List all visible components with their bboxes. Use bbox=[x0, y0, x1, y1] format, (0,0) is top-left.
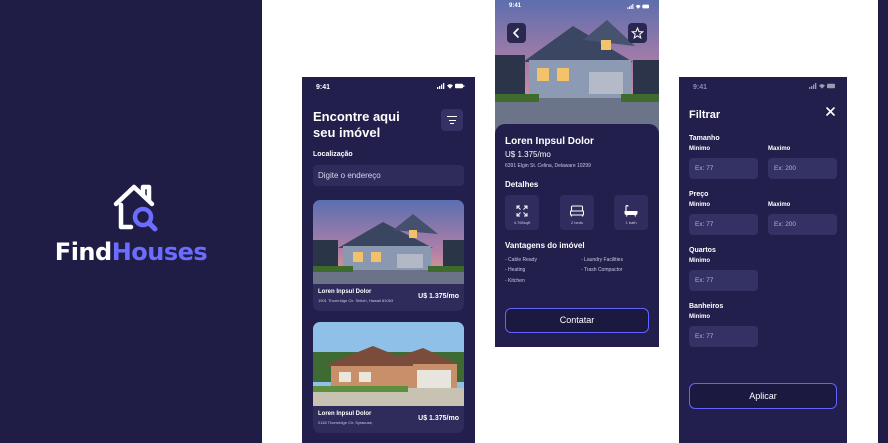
price-min-input[interactable]: Ex: 77 bbox=[689, 214, 758, 235]
brand-word-houses: Houses bbox=[111, 238, 208, 266]
page-title: Encontre aqui seu imóvel bbox=[313, 109, 400, 140]
price-max-label: Maximo bbox=[768, 202, 791, 208]
back-button[interactable] bbox=[507, 23, 526, 43]
listing-address: 2118 Thornridge Cir. Syracuse, bbox=[318, 420, 373, 425]
status-time: 9:41 bbox=[693, 84, 708, 91]
apply-button[interactable]: Aplicar bbox=[689, 383, 837, 409]
details-heading: Detalhes bbox=[505, 180, 539, 189]
filter-icon bbox=[447, 116, 457, 118]
bathrooms-section-label: Banheiros bbox=[689, 303, 724, 310]
star-icon bbox=[630, 26, 645, 40]
filter-screen: 9:41 Filtrar Tamanho Minimo Maximo Ex: 7… bbox=[679, 77, 847, 443]
status-bar: 9:41 bbox=[495, 0, 659, 14]
bed-icon bbox=[570, 205, 584, 217]
chevron-left-icon bbox=[513, 28, 519, 38]
rooms-section-label: Quartos bbox=[689, 247, 716, 254]
bathrooms-min-label: Minimo bbox=[689, 314, 710, 320]
status-time: 9:41 bbox=[316, 84, 331, 91]
feature-item: - Trash Compactor bbox=[581, 267, 623, 273]
filter-title: Filtrar bbox=[689, 109, 721, 121]
status-icons bbox=[627, 4, 649, 9]
brand-wordmark: FindHouses bbox=[0, 238, 262, 266]
feature-item: - Cable Ready bbox=[505, 257, 537, 263]
feature-item: - Laundry Facilities bbox=[581, 257, 623, 263]
filter-button[interactable] bbox=[441, 109, 463, 131]
right-edge-panel bbox=[878, 0, 888, 443]
rooms-min-label: Minimo bbox=[689, 258, 710, 264]
listing-name: Loren Inpsul Dolor bbox=[318, 289, 372, 295]
status-time: 9:41 bbox=[509, 3, 522, 9]
detail-beds-label: 2 beds bbox=[570, 220, 583, 225]
listing-name: Loren Inpsul Dolor bbox=[318, 411, 372, 417]
home-screen: 9:41 Encontre aqui seu imóvel Localizaçã… bbox=[302, 77, 475, 443]
status-icons bbox=[437, 83, 465, 89]
location-label: Localização bbox=[313, 151, 353, 158]
price-min-label: Minimo bbox=[689, 202, 710, 208]
house-search-logo-icon bbox=[113, 184, 158, 232]
property-address: 6391 Elgin St. Celina, Delaware 10299 bbox=[505, 163, 591, 169]
feature-item: - Kitchen bbox=[505, 278, 525, 284]
listing-price: U$ 1.375/mo bbox=[418, 293, 459, 300]
bath-icon bbox=[624, 205, 638, 217]
status-icons bbox=[809, 83, 835, 89]
listing-address: 1901 Thornridge Cir. Shiloh, Hawaii 8106… bbox=[318, 298, 394, 303]
property-hero-photo bbox=[495, 0, 659, 134]
contact-button[interactable]: Contatar bbox=[505, 308, 649, 333]
property-price: U$ 1.375/mo bbox=[505, 150, 551, 159]
filter-icon-line bbox=[450, 123, 454, 125]
brand-word-find: Find bbox=[54, 238, 112, 266]
property-detail-screen: 9:41 Loren Inpsul Dolor U$ 1.375/mo 6391… bbox=[495, 0, 659, 347]
detail-area: 4.765sqft bbox=[505, 195, 539, 230]
size-max-label: Maximo bbox=[768, 146, 791, 152]
price-max-input[interactable]: Ex: 200 bbox=[768, 214, 837, 235]
detail-area-label: 4.765sqft bbox=[513, 220, 531, 225]
feature-item: - Heating bbox=[505, 267, 526, 273]
status-bar: 9:41 bbox=[679, 77, 847, 97]
detail-beds: 2 beds bbox=[560, 195, 594, 230]
bathrooms-min-input[interactable]: Ex: 77 bbox=[689, 326, 758, 347]
detail-bath: 1 bath bbox=[614, 195, 648, 230]
size-min-input[interactable]: Ex: 77 bbox=[689, 158, 758, 179]
house-photo bbox=[313, 200, 464, 284]
price-section-label: Preço bbox=[689, 191, 709, 198]
rooms-min-input[interactable]: Ex: 77 bbox=[689, 270, 758, 291]
listing-price: U$ 1.375/mo bbox=[418, 415, 459, 422]
favorite-button[interactable] bbox=[628, 23, 647, 43]
house-photo bbox=[313, 322, 464, 406]
features-heading: Vantagens do imóvel bbox=[505, 241, 585, 250]
size-section-label: Tamanho bbox=[689, 135, 720, 142]
status-bar: 9:41 bbox=[302, 77, 475, 97]
size-min-label: Minimo bbox=[689, 146, 710, 152]
listing-card[interactable]: Loren Inpsul Dolor 2118 Thornridge Cir. … bbox=[313, 322, 464, 433]
area-icon bbox=[516, 205, 528, 217]
detail-bath-label: 1 bath bbox=[625, 220, 637, 225]
property-info-sheet: Loren Inpsul Dolor U$ 1.375/mo 6391 Elgi… bbox=[495, 124, 659, 347]
property-name: Loren Inpsul Dolor bbox=[505, 136, 594, 147]
filter-icon-line bbox=[448, 119, 456, 121]
brand-panel: FindHouses bbox=[0, 0, 262, 443]
address-search-input[interactable]: Digite o endereço bbox=[313, 165, 464, 186]
size-max-input[interactable]: Ex: 200 bbox=[768, 158, 837, 179]
listing-card[interactable]: Loren Inpsul Dolor 1901 Thornridge Cir. … bbox=[313, 200, 464, 311]
close-icon[interactable] bbox=[826, 107, 835, 116]
